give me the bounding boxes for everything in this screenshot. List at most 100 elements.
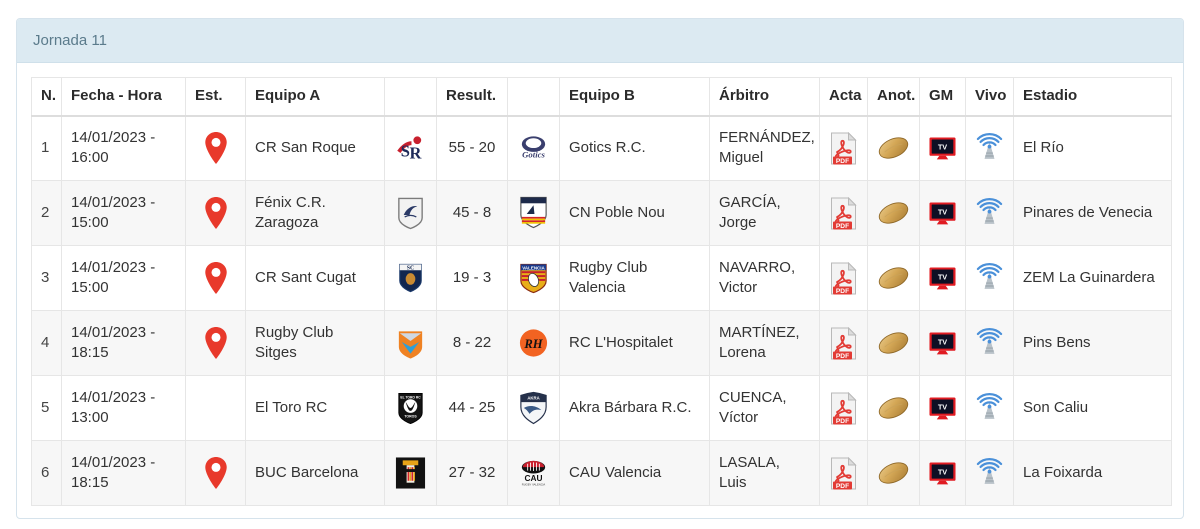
tv-icon[interactable]: TV [929,199,956,228]
fenix-cr-zaragoza-logo [394,195,427,231]
pdf-icon[interactable]: PDF [829,326,858,360]
svg-text:RUGBY VALENCIA: RUGBY VALENCIA [522,483,546,487]
cell-logo-b [507,180,560,246]
location-pin-icon[interactable] [195,131,236,165]
svg-text:R: R [410,144,423,163]
cell-acta: PDF [819,310,868,376]
cell-arbitro: GARCÍA, Jorge [709,180,820,246]
cell-result: 44 - 25 [436,375,508,441]
cell-estadio: El Río [1013,115,1172,181]
cell-num-text: 2 [41,204,50,221]
pdf-icon[interactable]: PDF [829,196,858,230]
cn-poble-nou-logo [517,195,550,231]
svg-text:PDF: PDF [836,158,849,165]
tv-icon[interactable]: TV [929,394,956,423]
cell-estadio-text: Pins Bens [1023,334,1091,351]
tv-icon[interactable]: TV [929,134,956,163]
col-header-num: N. [31,77,62,117]
live-broadcast-icon[interactable] [975,457,1004,489]
cell-result: 8 - 22 [436,310,508,376]
tv-icon[interactable]: TV [929,459,956,488]
svg-text:AKRA: AKRA [527,395,539,400]
location-pin-icon[interactable] [195,326,236,360]
cell-vivo [965,180,1014,246]
panel-title: Jornada 11 [33,32,107,49]
pdf-icon[interactable]: PDF [829,131,858,165]
svg-text:TOROS: TOROS [404,415,417,419]
cell-logo-b: RH [507,310,560,376]
cell-equipo-b-text: Rugby Club Valencia [569,259,648,296]
rugby-ball-icon[interactable] [877,330,910,356]
cell-gm: TV [919,245,966,311]
pdf-icon[interactable]: PDF [829,261,858,295]
pdf-icon[interactable]: PDF [829,456,858,490]
cell-result-text: 44 - 25 [448,399,496,416]
cell-fecha-hora: 14/01/2023 - 18:15 [61,440,186,506]
svg-text:TV: TV [938,467,947,476]
rugby-ball-icon[interactable] [877,460,910,486]
fixtures-table: N. Fecha - Hora Est. Equipo A Result. Eq… [31,77,1172,506]
svg-text:CAU: CAU [524,473,542,483]
svg-text:TV: TV [938,142,947,151]
col-header-arbitro: Árbitro [709,77,820,117]
cell-gm: TV [919,440,966,506]
cell-num: 3 [31,245,62,311]
cell-fecha-hora-text: 14/01/2023 - 18:15 [71,454,156,491]
live-broadcast-icon[interactable] [975,132,1004,164]
svg-text:RH: RH [523,337,543,351]
cell-equipo-a: BUC Barcelona [245,440,385,506]
cell-fecha-hora: 14/01/2023 - 18:15 [61,310,186,376]
cell-equipo-b: CN Poble Nou [559,180,710,246]
tv-icon[interactable]: TV [929,264,956,293]
live-broadcast-icon[interactable] [975,327,1004,359]
tv-icon[interactable]: TV [929,329,956,358]
cell-equipo-b-text: CN Poble Nou [569,204,665,221]
cell-logo-b: Gotics [507,115,560,181]
cell-acta: PDF [819,115,868,181]
live-broadcast-icon[interactable] [975,392,1004,424]
live-broadcast-icon[interactable] [975,197,1004,229]
cell-equipo-b: Rugby Club Valencia [559,245,710,311]
cell-logo-b: VALENCIA [507,245,560,311]
pdf-icon[interactable]: PDF [829,391,858,425]
cell-equipo-b: Gotics R.C. [559,115,710,181]
col-header-vivo: Vivo [965,77,1014,117]
svg-text:TV: TV [938,337,947,346]
cell-acta: PDF [819,440,868,506]
cell-acta: PDF [819,375,868,441]
cell-equipo-b-text: RC L'Hospitalet [569,334,673,351]
rugby-ball-icon[interactable] [877,200,910,226]
cell-fecha-hora-text: 14/01/2023 - 16:00 [71,129,156,167]
location-pin-icon[interactable] [195,196,236,230]
header-row: N. Fecha - Hora Est. Equipo A Result. Eq… [31,77,1172,117]
col-header-fecha: Fecha - Hora [61,77,186,117]
cell-arbitro-text: MARTÍNEZ, Lorena [719,324,800,361]
cell-anot [867,310,920,376]
rugby-ball-icon[interactable] [877,395,910,421]
rugby-ball-icon[interactable] [877,135,910,161]
col-header-logo-a [384,77,437,117]
cell-num-text: 5 [41,399,50,416]
cell-equipo-a: Fénix C.R. Zaragoza [245,180,385,246]
cell-estadio-text: La Foixarda [1023,464,1103,481]
cell-num: 6 [31,440,62,506]
cell-logo-b: AKRA [507,375,560,441]
col-header-estadio: Estadio [1013,77,1172,117]
location-pin-icon[interactable] [195,456,236,490]
cell-acta: PDF [819,180,868,246]
live-broadcast-icon[interactable] [975,262,1004,294]
location-pin-icon[interactable] [195,261,236,295]
rugby-ball-icon[interactable] [877,265,910,291]
akra-barbara-rc-logo: AKRA [517,390,550,426]
cell-estadio: Pins Bens [1013,310,1172,376]
cell-num: 5 [31,375,62,441]
cell-num: 1 [31,115,62,181]
svg-text:PDF: PDF [836,222,849,229]
cell-fecha-hora-text: 14/01/2023 - 15:00 [71,194,156,231]
col-header-gm: GM [919,77,966,117]
cell-result-text: 45 - 8 [452,204,492,221]
cell-arbitro: MARTÍNEZ, Lorena [709,310,820,376]
cell-logo-a: SR [384,115,437,181]
cell-arbitro-text: FERNÁNDEZ, Miguel [719,129,815,167]
svg-text:EL TORO RC: EL TORO RC [400,395,421,399]
